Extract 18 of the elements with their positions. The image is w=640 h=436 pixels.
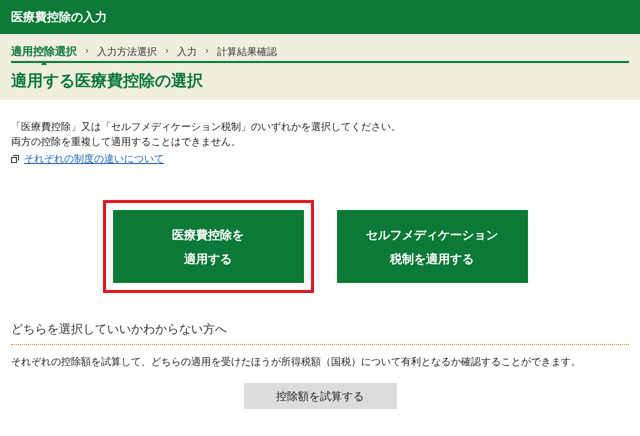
progress-step: 計算結果確認 [217, 44, 277, 58]
instruction-text: 「医療費控除」又は「セルフメディケーション税制」のいずれかを選択してください。 [11, 120, 402, 135]
step-separator: › [85, 46, 89, 57]
step-separator: › [165, 46, 169, 57]
page-title: 適用する医療費控除の選択 [11, 71, 204, 92]
choice-button[interactable]: 医療費控除を 適用する [112, 210, 304, 283]
header-title: 医療費控除の入力 [11, 8, 107, 26]
section-text: それぞれの控除額を試算して、どちらの適用を受けたほうが所得税額（国税）について有利となるか確認することができます。 [11, 356, 582, 369]
instruction-text: 両方の控除を重複して適用することはできません。 [11, 136, 242, 150]
step-separator: › [205, 46, 209, 57]
new-window-icon [11, 155, 19, 163]
simulate-button[interactable]: 控除額を試算する [244, 383, 396, 409]
help-link[interactable]: それぞれの制度の違いについて [24, 152, 164, 166]
choice-button[interactable]: セルフメディケーション 税制を適用する [336, 210, 528, 283]
section-heading: どちらを選択していいかわからない方へ [11, 321, 629, 345]
progress-step: 入力 [177, 44, 197, 58]
progress-step: 適用控除選択 [11, 44, 77, 59]
progress-step: 入力方法選択 [97, 44, 157, 58]
